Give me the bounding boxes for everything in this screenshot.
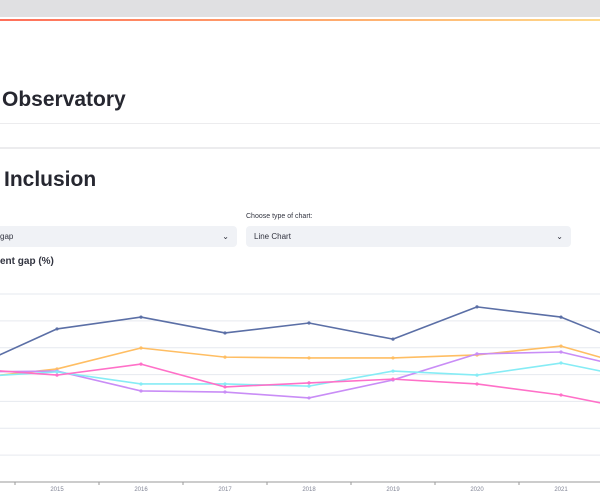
x-tick-label: 2015 [50,487,64,493]
data-point [139,346,143,350]
data-point [139,389,143,393]
x-tick-label: 2019 [386,487,400,493]
data-point [475,352,479,356]
data-point [559,350,563,354]
x-tick-label: 2018 [302,487,316,493]
data-point [223,385,227,389]
data-point [139,382,143,386]
data-point [559,344,563,348]
data-point [223,390,227,394]
data-point [391,377,395,381]
x-tick-label: 2021 [554,487,568,493]
data-point [307,356,311,360]
series-line-2 [0,345,600,376]
data-point [139,315,143,319]
data-point [475,305,479,309]
data-point [559,393,563,397]
data-point [475,373,479,377]
data-point [307,396,311,400]
series-line-5 [0,363,600,404]
data-point [55,327,59,331]
data-point [391,356,395,360]
line-chart: 2015 2016 2017 2018 2019 2020 2021 [0,293,600,493]
data-point [475,382,479,386]
x-tick-label: 2016 [134,487,148,493]
data-point [307,384,311,388]
data-point [139,362,143,366]
data-point [55,370,59,374]
data-point [391,337,395,341]
data-point [307,381,311,385]
data-point [559,315,563,319]
data-point [391,369,395,373]
data-point [223,355,227,359]
data-point [223,382,227,386]
data-point [307,321,311,325]
data-point [55,373,59,377]
x-tick-label: 2020 [470,487,484,493]
data-point [559,361,563,365]
data-point [223,331,227,335]
x-tick-label: 2017 [218,487,232,493]
